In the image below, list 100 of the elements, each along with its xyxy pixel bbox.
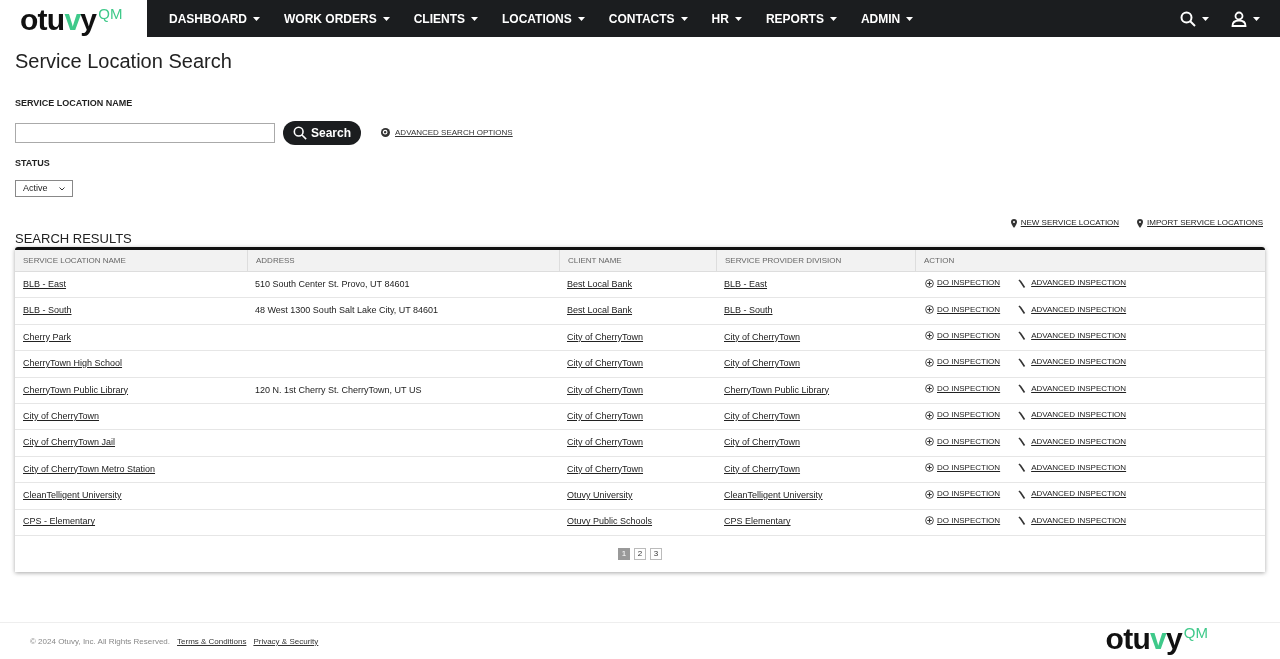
status-dropdown[interactable]: Active bbox=[15, 180, 73, 197]
do-inspection-link[interactable]: DO INSPECTION bbox=[937, 435, 1001, 448]
advanced-search-link[interactable]: ADVANCED SEARCH OPTIONS bbox=[395, 126, 513, 139]
nav-menu-item[interactable]: HR bbox=[699, 9, 754, 28]
copyright-text: © 2024 Otuvy, Inc. All Rights Reserved. bbox=[30, 635, 171, 648]
caret-icon bbox=[253, 16, 260, 21]
do-inspection-link[interactable]: DO INSPECTION bbox=[937, 277, 1001, 290]
do-inspection-link[interactable]: DO INSPECTION bbox=[937, 488, 1001, 501]
column-header: ACTION bbox=[915, 250, 1265, 271]
division-link[interactable]: City of CherryTown bbox=[724, 331, 801, 342]
location-link[interactable]: BLB - East bbox=[23, 278, 67, 289]
plus-circle-icon bbox=[925, 357, 934, 367]
client-link[interactable]: Otuvy University bbox=[567, 490, 633, 501]
nav-menu-item[interactable]: ADMIN bbox=[848, 9, 926, 28]
division-link[interactable]: CherryTown Public Library bbox=[724, 384, 830, 395]
do-inspection-link[interactable]: DO INSPECTION bbox=[937, 461, 1001, 474]
user-icon bbox=[1231, 10, 1247, 27]
division-link[interactable]: CleanTelligent University bbox=[724, 490, 823, 501]
caret-icon bbox=[1202, 16, 1209, 21]
field-label: SERVICE LOCATION NAME bbox=[15, 97, 134, 110]
advanced-inspection-link[interactable]: ADVANCED INSPECTION bbox=[1031, 409, 1127, 422]
client-link[interactable]: City of CherryTown bbox=[567, 358, 644, 369]
division-link[interactable]: City of CherryTown bbox=[724, 437, 801, 448]
advanced-inspection-link[interactable]: ADVANCED INSPECTION bbox=[1031, 488, 1127, 501]
location-link[interactable]: City of CherryTown bbox=[23, 410, 100, 421]
advanced-inspection-link[interactable]: ADVANCED INSPECTION bbox=[1031, 382, 1127, 395]
client-link[interactable]: City of CherryTown bbox=[567, 437, 644, 448]
do-inspection-link[interactable]: DO INSPECTION bbox=[937, 409, 1001, 422]
location-name-input[interactable] bbox=[15, 122, 275, 143]
caret-icon bbox=[577, 16, 585, 21]
do-inspection-link[interactable]: DO INSPECTION bbox=[937, 356, 1001, 369]
client-link[interactable]: Otuvy Public Schools bbox=[567, 516, 653, 527]
client-link[interactable]: City of CherryTown bbox=[567, 463, 644, 474]
division-link[interactable]: City of CherryTown bbox=[724, 358, 801, 369]
client-link[interactable]: Best Local Bank bbox=[567, 305, 633, 316]
advanced-inspection-link[interactable]: ADVANCED INSPECTION bbox=[1031, 514, 1127, 527]
plus-circle-icon bbox=[925, 305, 934, 315]
column-header: SERVICE LOCATION NAME bbox=[22, 254, 127, 267]
search-circle-icon bbox=[381, 128, 391, 137]
caret-icon bbox=[906, 16, 914, 21]
location-link[interactable]: CherryTown High School bbox=[23, 358, 123, 369]
plus-circle-icon bbox=[925, 384, 934, 394]
plus-circle-icon bbox=[925, 463, 934, 473]
advanced-inspection-link[interactable]: ADVANCED INSPECTION bbox=[1031, 356, 1127, 369]
division-link[interactable]: City of CherryTown bbox=[724, 410, 801, 421]
do-inspection-link[interactable]: DO INSPECTION bbox=[937, 514, 1001, 527]
caret-icon bbox=[734, 16, 742, 21]
search-icon bbox=[1180, 10, 1196, 27]
division-link[interactable]: BLB - South bbox=[724, 305, 773, 316]
location-link[interactable]: City of CherryTown Jail bbox=[23, 437, 116, 448]
map-pin-icon bbox=[1137, 218, 1144, 228]
do-inspection-link[interactable]: DO INSPECTION bbox=[937, 382, 1001, 395]
search-button[interactable]: Search bbox=[283, 120, 362, 145]
caret-icon bbox=[471, 16, 478, 21]
location-link[interactable]: CPS - Elementary bbox=[23, 516, 96, 527]
header-action-link[interactable]: IMPORT SERVICE LOCATIONS bbox=[1147, 217, 1263, 229]
plus-circle-icon bbox=[925, 489, 934, 499]
do-inspection-link[interactable]: DO INSPECTION bbox=[937, 303, 1001, 316]
division-link[interactable]: CPS Elementary bbox=[724, 516, 791, 527]
plus-circle-icon bbox=[925, 278, 934, 288]
client-link[interactable]: City of CherryTown bbox=[567, 384, 644, 395]
caret-icon bbox=[1253, 16, 1260, 21]
location-link[interactable]: City of CherryTown Metro Station bbox=[23, 463, 156, 474]
advanced-inspection-link[interactable]: ADVANCED INSPECTION bbox=[1031, 329, 1127, 342]
nav-menu-item[interactable]: LOCATIONS bbox=[490, 9, 597, 28]
advanced-inspection-link[interactable]: ADVANCED INSPECTION bbox=[1031, 461, 1127, 474]
chevron-icon bbox=[59, 186, 65, 191]
nav-menu-item[interactable]: DASHBOARD bbox=[157, 9, 272, 28]
do-inspection-link[interactable]: DO INSPECTION bbox=[937, 329, 1001, 342]
page-button[interactable]: 2 bbox=[634, 547, 646, 560]
nav-menu-item[interactable]: CONTACTS bbox=[596, 9, 700, 28]
division-link[interactable]: City of CherryTown bbox=[724, 463, 801, 474]
advanced-inspection-link[interactable]: ADVANCED INSPECTION bbox=[1031, 303, 1127, 316]
plus-circle-icon bbox=[925, 437, 934, 447]
client-link[interactable]: City of CherryTown bbox=[567, 410, 644, 421]
client-link[interactable]: Best Local Bank bbox=[567, 278, 633, 289]
results-title: SEARCH RESULTS bbox=[15, 231, 133, 247]
nav-menu-item[interactable]: WORK ORDERS bbox=[272, 9, 402, 28]
field-label: STATUS bbox=[15, 156, 51, 170]
caret-icon bbox=[382, 16, 390, 21]
column-header: SERVICE PROVIDER DIVISION bbox=[716, 250, 915, 271]
location-link[interactable]: Cherry Park bbox=[23, 331, 71, 342]
advanced-inspection-link[interactable]: ADVANCED INSPECTION bbox=[1031, 435, 1127, 448]
location-link[interactable]: CleanTelligent University bbox=[23, 490, 122, 501]
division-link[interactable]: BLB - East bbox=[724, 278, 768, 289]
search-icon bbox=[293, 125, 307, 140]
location-link[interactable]: CherryTown Public Library bbox=[23, 384, 129, 395]
client-link[interactable]: City of CherryTown bbox=[567, 331, 644, 342]
page-title: Service Location Search bbox=[15, 49, 233, 73]
caret-icon bbox=[829, 16, 837, 21]
header-action-link[interactable]: NEW SERVICE LOCATION bbox=[1020, 217, 1120, 229]
page-button[interactable]: 3 bbox=[650, 547, 662, 560]
footer-link[interactable]: Privacy & Security bbox=[253, 635, 319, 648]
advanced-inspection-link[interactable]: ADVANCED INSPECTION bbox=[1031, 277, 1127, 290]
nav-menu-item[interactable]: REPORTS bbox=[753, 9, 849, 28]
column-header: CLIENT NAME bbox=[559, 250, 716, 271]
nav-menu-item[interactable]: CLIENTS bbox=[401, 9, 490, 28]
footer-link[interactable]: Terms & Conditions bbox=[177, 635, 247, 648]
location-link[interactable]: BLB - South bbox=[23, 305, 72, 316]
address-text: 120 N. 1st Cherry St. CherryTown, UT US bbox=[255, 384, 422, 395]
